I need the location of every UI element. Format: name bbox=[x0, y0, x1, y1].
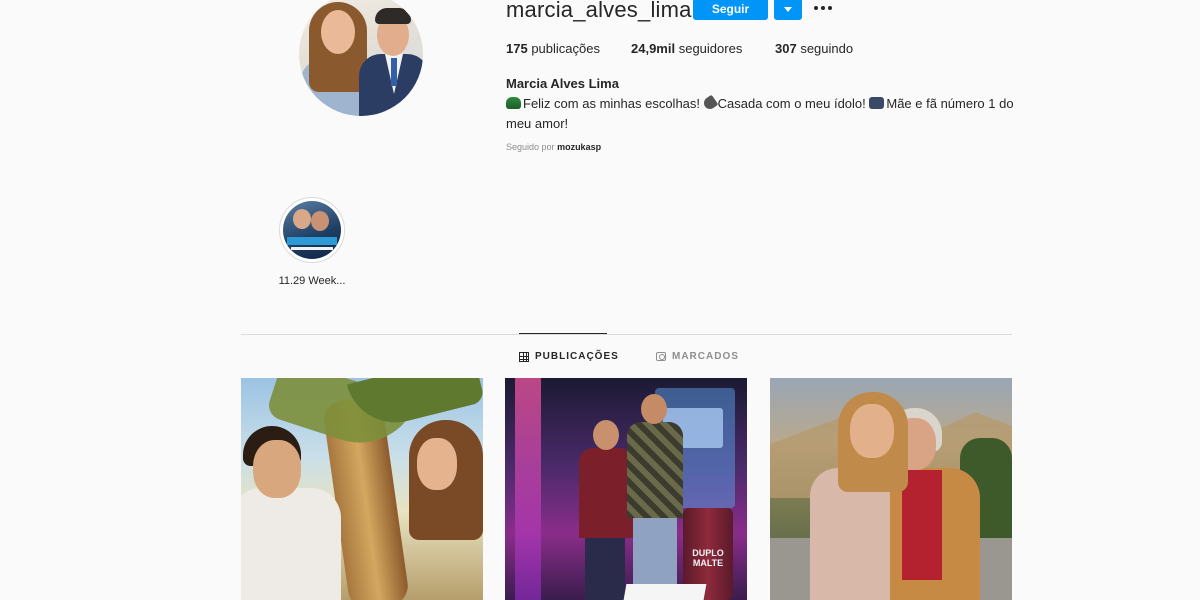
grid-icon bbox=[519, 351, 529, 362]
following-label: seguindo bbox=[800, 41, 854, 56]
post-thumbnail[interactable] bbox=[770, 378, 1012, 600]
tab-posts[interactable]: PUBLICAÇÕES bbox=[519, 351, 619, 362]
camera-emoji-icon bbox=[869, 97, 885, 109]
more-dot bbox=[828, 6, 832, 10]
followed-by-prefix: Seguido por bbox=[506, 142, 555, 152]
stat-followers[interactable]: 24,9mil seguidores bbox=[631, 41, 742, 56]
suggestions-dropdown-button[interactable] bbox=[774, 0, 802, 20]
chevron-down-icon bbox=[784, 7, 792, 12]
followed-by-text: Seguido por mozukasp bbox=[506, 142, 601, 152]
followed-by-user[interactable]: mozukasp bbox=[557, 142, 601, 152]
story-highlight-label[interactable]: 11.29 Week... bbox=[262, 275, 362, 287]
posts-count: 175 bbox=[506, 41, 528, 56]
followers-count: 24,9mil bbox=[631, 41, 676, 56]
following-count: 307 bbox=[775, 41, 797, 56]
tag-icon bbox=[656, 352, 666, 361]
profile-username: marcia_alves_lima bbox=[506, 0, 692, 22]
profile-full-name: Marcia Alves Lima bbox=[506, 76, 619, 91]
bio-part-2: Casada com o meu ídolo! bbox=[717, 96, 870, 111]
photo-singer-body bbox=[579, 448, 633, 538]
avatar-photo-man-hair bbox=[375, 8, 411, 24]
followers-label: seguidores bbox=[678, 41, 743, 56]
highlight-person bbox=[293, 209, 311, 229]
photo-man-shirt bbox=[241, 488, 341, 600]
tab-tagged-label: MARCADOS bbox=[672, 351, 739, 362]
stat-posts: 175 publicações bbox=[506, 41, 600, 56]
highlight-cover bbox=[283, 201, 341, 259]
photo-woman-shirt bbox=[902, 470, 942, 580]
bio-part-1: Feliz com as minhas escolhas! bbox=[523, 96, 704, 111]
profile-bio: Feliz com as minhas escolhas! Casada com… bbox=[506, 94, 1026, 134]
photo-barrel-text: DUPLO MALTE bbox=[692, 548, 724, 568]
follow-button[interactable]: Seguir bbox=[693, 0, 768, 20]
tabs-divider bbox=[241, 334, 1012, 335]
avatar-photo-woman-face bbox=[321, 10, 355, 54]
post-thumbnail[interactable] bbox=[241, 378, 483, 600]
highlight-banner-line bbox=[291, 247, 333, 250]
more-options-icon[interactable] bbox=[813, 3, 835, 13]
avatar-photo-man-tie bbox=[391, 58, 397, 86]
highlight-person bbox=[311, 211, 329, 231]
photo-stage-light bbox=[515, 378, 541, 600]
highlight-banner bbox=[287, 237, 337, 245]
photo-singer-head bbox=[593, 420, 619, 450]
photo-singer-body bbox=[627, 422, 683, 518]
active-tab-indicator bbox=[519, 333, 607, 334]
stat-following[interactable]: 307 seguindo bbox=[775, 41, 853, 56]
photo-woman-face bbox=[850, 404, 894, 458]
story-highlight[interactable] bbox=[279, 197, 345, 263]
more-dot bbox=[814, 6, 818, 10]
photo-woman-face bbox=[417, 438, 457, 490]
car-emoji-icon bbox=[506, 97, 521, 109]
profile-page: marcia_alves_lima Seguir 175 publicações… bbox=[0, 0, 1200, 600]
more-dot bbox=[821, 6, 825, 10]
photo-floor-sign bbox=[623, 584, 707, 600]
tab-posts-label: PUBLICAÇÕES bbox=[535, 351, 619, 362]
posts-label: publicações bbox=[531, 41, 600, 56]
tab-tagged[interactable]: MARCADOS bbox=[656, 351, 739, 362]
photo-singer-head bbox=[641, 394, 667, 424]
post-thumbnail[interactable]: DUPLO MALTE bbox=[505, 378, 747, 600]
photo-man-face bbox=[253, 440, 301, 498]
photo-singer-legs bbox=[585, 534, 625, 600]
profile-avatar[interactable] bbox=[299, 0, 423, 116]
